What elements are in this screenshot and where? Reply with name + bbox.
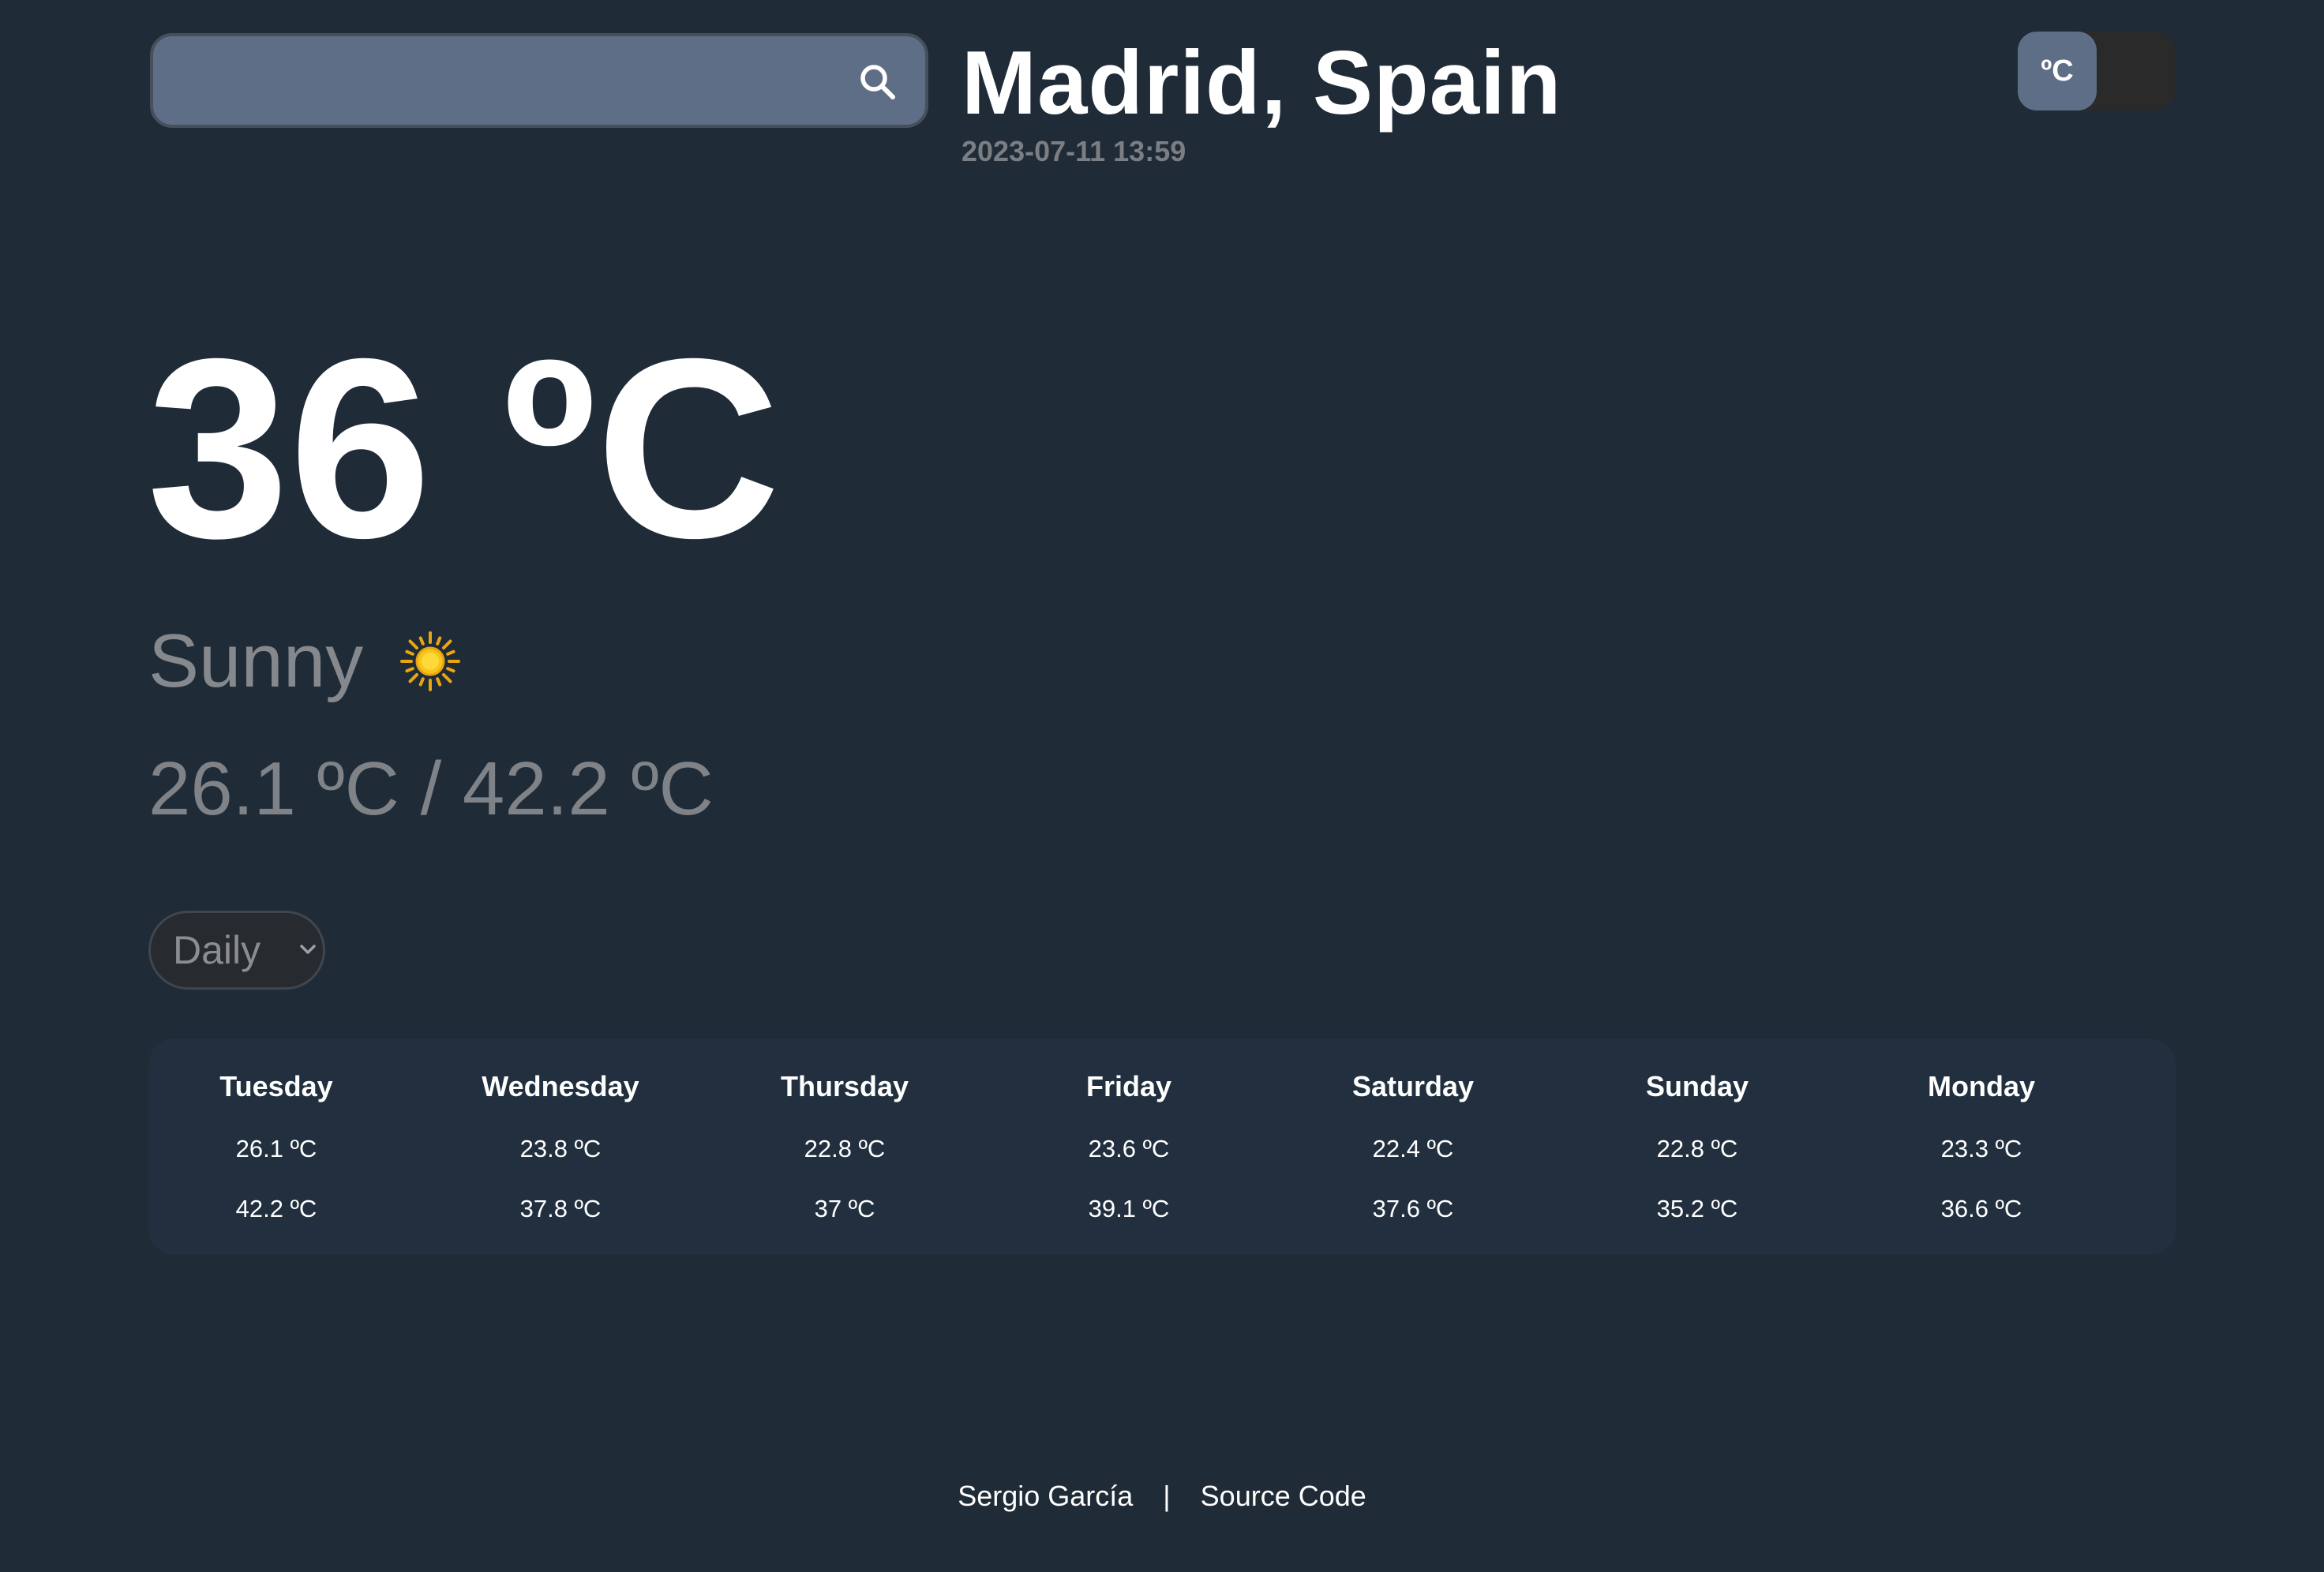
forecast-max: 35.2 ºC — [1656, 1195, 1738, 1222]
current-condition: Sunny — [148, 614, 461, 709]
forecast-min: 22.8 ºC — [1656, 1135, 1738, 1162]
date-time: 2023-07-11 13:59 — [961, 135, 1186, 167]
sun-icon — [400, 631, 461, 691]
search-input[interactable] — [153, 36, 925, 125]
chevron-down-icon — [300, 945, 316, 954]
forecast-column: Wednesday 23.8 ºC 37.8 ºC — [418, 1039, 703, 1255]
forecast-max: 42.2 ºC — [235, 1195, 317, 1222]
forecast-day: Friday — [1085, 1070, 1172, 1102]
forecast-day: Saturday — [1351, 1070, 1475, 1102]
forecast-column: Saturday 22.4 ºC 37.6 ºC — [1271, 1039, 1555, 1255]
forecast-column: Tuesday 26.1 ºC 42.2 ºC — [134, 1039, 418, 1255]
forecast-day: Sunday — [1645, 1070, 1749, 1102]
period-select-value: Daily — [173, 928, 261, 972]
forecast-min: 23.3 ºC — [1940, 1135, 2022, 1162]
source-code-link[interactable]: Source Code — [1201, 1480, 1366, 1512]
forecast-min: 26.1 ºC — [235, 1135, 317, 1162]
unit-toggle[interactable]: ºC — [2018, 32, 2176, 110]
footer-separator: | — [1163, 1480, 1171, 1512]
forecast-day: Monday — [1927, 1070, 2035, 1102]
forecast-column: Thursday 22.8 ºC 37 ºC — [703, 1039, 987, 1255]
forecast-min: 23.6 ºC — [1088, 1135, 1170, 1162]
city-title: Madrid, Spain — [961, 33, 1562, 133]
forecast-max: 37.6 ºC — [1372, 1195, 1454, 1222]
min-max-temperature: 26.1 ºC / 42.2 ºC — [148, 747, 714, 831]
forecast-max: 36.6 ºC — [1940, 1195, 2022, 1222]
forecast-table: Tuesday 26.1 ºC 42.2 ºC Wednesday 23.8 º… — [148, 1039, 2176, 1255]
forecast-max: 37.8 ºC — [519, 1195, 602, 1222]
forecast-column: Friday 23.6 ºC 39.1 ºC — [987, 1039, 1271, 1255]
forecast-min: 22.8 ºC — [804, 1135, 886, 1162]
current-temperature: 36 ºC — [147, 305, 781, 591]
forecast-day: Thursday — [780, 1070, 909, 1102]
forecast-column: Sunday 22.8 ºC 35.2 ºC — [1555, 1039, 1839, 1255]
forecast-day: Wednesday — [482, 1070, 639, 1102]
forecast-column: Monday 23.3 ºC 36.6 ºC — [1839, 1039, 2123, 1255]
forecast-max: 37 ºC — [814, 1195, 875, 1222]
search-icon[interactable] — [857, 62, 898, 103]
forecast-period-select[interactable]: Daily — [148, 911, 325, 990]
forecast-day: Tuesday — [219, 1070, 333, 1102]
forecast-max: 39.1 ºC — [1088, 1195, 1170, 1222]
forecast-min: 23.8 ºC — [519, 1135, 602, 1162]
condition-text: Sunny — [148, 619, 364, 703]
author-link[interactable]: Sergio García — [958, 1480, 1133, 1512]
unit-toggle-knob[interactable]: ºC — [2018, 32, 2097, 110]
search-box — [150, 33, 928, 128]
footer: Sergio García | Source Code — [0, 1474, 2324, 1518]
forecast-min: 22.4 ºC — [1372, 1135, 1454, 1162]
